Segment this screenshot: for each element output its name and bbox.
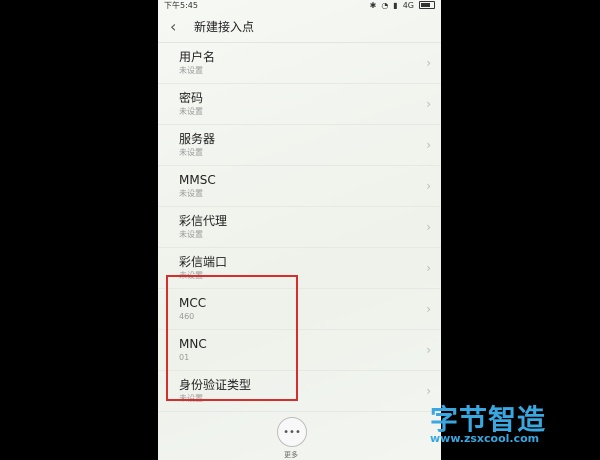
chevron-right-icon: › bbox=[426, 343, 431, 357]
setting-value: 未设置 bbox=[179, 393, 203, 403]
setting-label: 服务器 bbox=[179, 131, 216, 146]
setting-row-auth-type[interactable]: 身份验证类型 未设置 › bbox=[158, 371, 441, 412]
chevron-right-icon: › bbox=[426, 261, 431, 275]
page-title: 新建接入点 bbox=[194, 19, 255, 34]
chevron-right-icon: › bbox=[426, 56, 431, 70]
back-icon[interactable]: ‹ bbox=[170, 17, 188, 36]
setting-row-server[interactable]: 服务器 未设置 › bbox=[158, 125, 441, 166]
title-bar: ‹ 新建接入点 bbox=[158, 10, 441, 43]
battery-icon bbox=[419, 1, 435, 9]
wifi-icon: ◔ bbox=[381, 0, 389, 10]
status-bar: 下午5:45 ✱ ◔ ▮ 4G bbox=[158, 0, 441, 10]
setting-value: 未设置 bbox=[179, 229, 203, 239]
signal-icon: ▮ bbox=[393, 0, 398, 10]
setting-value: 未设置 bbox=[179, 106, 203, 116]
chevron-right-icon: › bbox=[426, 220, 431, 234]
bluetooth-icon: ✱ bbox=[369, 0, 377, 10]
chevron-right-icon: › bbox=[426, 97, 431, 111]
chevron-right-icon: › bbox=[426, 384, 431, 398]
chevron-right-icon: › bbox=[426, 138, 431, 152]
setting-label: 彩信端口 bbox=[179, 254, 228, 269]
setting-row-mcc[interactable]: MCC 460 › bbox=[158, 289, 441, 330]
setting-value: 01 bbox=[179, 352, 190, 362]
network-type: 4G bbox=[402, 0, 414, 10]
setting-value: 未设置 bbox=[179, 65, 203, 75]
setting-value: 未设置 bbox=[179, 270, 203, 280]
setting-label: 彩信代理 bbox=[179, 213, 228, 228]
apn-settings-list: 用户名 未设置 › 密码 未设置 › 服务器 未设置 › MMSC 未设置 › bbox=[158, 43, 441, 412]
setting-label: 用户名 bbox=[179, 49, 216, 64]
setting-row-password[interactable]: 密码 未设置 › bbox=[158, 84, 441, 125]
setting-row-username[interactable]: 用户名 未设置 › bbox=[158, 43, 441, 84]
setting-value: 未设置 bbox=[179, 147, 203, 157]
setting-value: 未设置 bbox=[179, 188, 203, 198]
setting-label: MCC bbox=[179, 295, 207, 310]
setting-label: MMSC bbox=[179, 172, 216, 187]
setting-label: 身份验证类型 bbox=[179, 377, 252, 392]
setting-row-mms-port[interactable]: 彩信端口 未设置 › bbox=[158, 248, 441, 289]
setting-label: 密码 bbox=[179, 90, 204, 105]
status-icons: ✱ ◔ ▮ 4G bbox=[370, 1, 435, 10]
phone-screen: 下午5:45 ✱ ◔ ▮ 4G ‹ 新建接入点 用户名 未设置 › 密码 未设置… bbox=[158, 0, 441, 460]
setting-row-mms-proxy[interactable]: 彩信代理 未设置 › bbox=[158, 207, 441, 248]
chevron-right-icon: › bbox=[426, 302, 431, 316]
watermark-url: www.zsxcool.com bbox=[430, 432, 540, 445]
setting-label: MNC bbox=[179, 336, 207, 351]
more-button[interactable]: ••• bbox=[277, 417, 307, 447]
setting-row-mnc[interactable]: MNC 01 › bbox=[158, 330, 441, 371]
more-label: 更多 bbox=[284, 451, 298, 459]
setting-row-mmsc[interactable]: MMSC 未设置 › bbox=[158, 166, 441, 207]
setting-value: 460 bbox=[179, 311, 195, 321]
more-dots-icon: ••• bbox=[283, 426, 301, 438]
chevron-right-icon: › bbox=[426, 179, 431, 193]
status-time: 下午5:45 bbox=[164, 0, 198, 10]
